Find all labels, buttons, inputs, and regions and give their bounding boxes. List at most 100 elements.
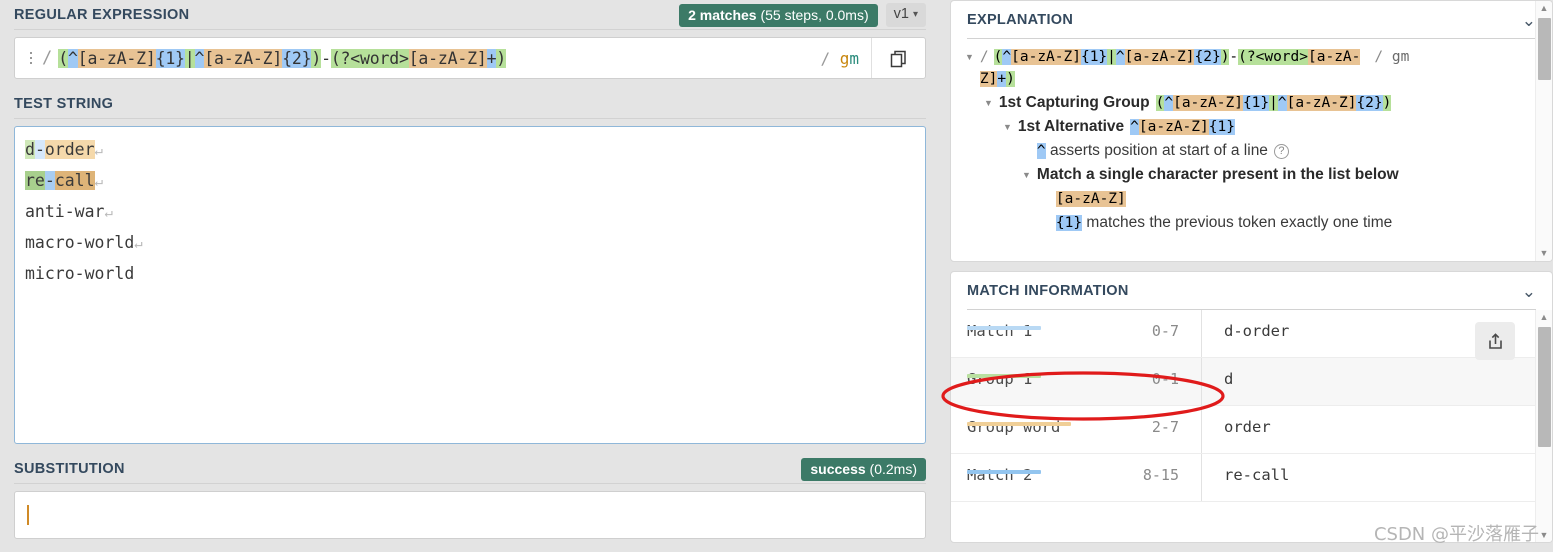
explanation-row[interactable]: ▼ 1st Capturing Group (^[a-zA-Z]{1}|^[a-zA… bbox=[951, 91, 1552, 115]
explanation-row[interactable]: ▼{1} matches the previous token exactly … bbox=[951, 211, 1552, 235]
explanation-token: [a-zA-Z] bbox=[1138, 119, 1209, 135]
regex-flags[interactable]: / gm bbox=[820, 49, 871, 68]
help-icon[interactable]: ? bbox=[1273, 144, 1289, 159]
regex-token: [a-zA- bbox=[1308, 49, 1361, 65]
test-string-segment: order bbox=[44, 140, 95, 159]
regex-token: {1} bbox=[1055, 215, 1083, 231]
scroll-thumb[interactable] bbox=[1538, 327, 1551, 447]
regex-token: ^ bbox=[67, 48, 78, 68]
drag-handle-icon[interactable] bbox=[22, 51, 40, 65]
explanation-token: [a-zA-Z] bbox=[1173, 95, 1243, 111]
explanation-token: {1} bbox=[1208, 119, 1235, 135]
match-rows: Match 1 0-7 d-order Group 1 0-1 d Group word 2-… bbox=[951, 310, 1552, 502]
divider bbox=[14, 29, 926, 30]
chevron-down-icon[interactable]: ⌄ bbox=[1522, 283, 1536, 300]
explanation-token: ) bbox=[1382, 95, 1392, 111]
test-string-segment: macro-world bbox=[25, 233, 135, 252]
match-range: 2-7 bbox=[1151, 418, 1179, 436]
explanation-row[interactable]: ▼^ asserts position at start of a line? bbox=[951, 139, 1552, 163]
match-row[interactable]: Group 1 0-1 d bbox=[951, 358, 1552, 406]
explanation-row[interactable]: ▼ Match a single character present in the… bbox=[951, 163, 1552, 187]
regex-token: ^ bbox=[1277, 95, 1287, 111]
explanation-scrollbar[interactable]: ▲ ▼ bbox=[1535, 1, 1552, 261]
match-row[interactable]: Match 2 8-15 re-call bbox=[951, 454, 1552, 502]
explanation-row-body: ^ asserts position at start of a line? bbox=[1036, 140, 1289, 162]
scroll-down-icon[interactable]: ▼ bbox=[1540, 246, 1549, 261]
scroll-track[interactable] bbox=[1536, 325, 1552, 528]
scroll-track[interactable] bbox=[1536, 16, 1552, 246]
test-string-input[interactable]: d-order↵ re-call↵ anti-war↵ macro-world↵ mic… bbox=[14, 126, 926, 444]
match-scrollbar[interactable]: ▲ ▼ bbox=[1535, 310, 1552, 542]
scroll-thumb[interactable] bbox=[1538, 18, 1551, 80]
regex-input-box[interactable]: / (^[a-zA-Z]{1}|^[a-zA-Z]{2})-(?<word>[a… bbox=[14, 37, 926, 79]
explanation-row[interactable]: ▼ 1st Alternative ^[a-zA-Z]{1} bbox=[951, 115, 1552, 139]
test-string-segment: micro-world bbox=[25, 264, 135, 283]
line-break-marker: ↵ bbox=[134, 236, 143, 252]
match-row[interactable]: Group word 2-7 order bbox=[951, 406, 1552, 454]
regex-token: [a-zA-Z] bbox=[1011, 49, 1081, 65]
regex-token: {1} bbox=[1208, 119, 1235, 135]
regex-version-dropdown[interactable]: v1 ▾ bbox=[885, 3, 926, 27]
match-steps-text: (55 steps, 0.0ms) bbox=[756, 6, 869, 23]
divider bbox=[14, 483, 926, 484]
regex-token: [a-zA-Z] bbox=[1173, 95, 1243, 111]
left-column: REGULAR EXPRESSION 2 matches (55 steps, … bbox=[0, 0, 940, 552]
regex-token: {1} bbox=[1080, 49, 1108, 65]
regex-token: - bbox=[1229, 49, 1239, 65]
regex-token: (?<word> bbox=[330, 48, 409, 68]
regex-token: ( bbox=[58, 48, 68, 68]
line-break-marker: ↵ bbox=[94, 143, 103, 159]
explanation-row-body: {1} matches the previous token exactly o… bbox=[1055, 212, 1392, 234]
match-information-panel: MATCH INFORMATION ⌄ Match 1 0-7 d-order Gro… bbox=[950, 271, 1553, 543]
regex-token: ) bbox=[1006, 71, 1015, 87]
expand-triangle-icon[interactable]: ▼ bbox=[1003, 116, 1012, 138]
export-button[interactable] bbox=[1475, 322, 1515, 360]
expand-triangle-icon[interactable]: ▼ bbox=[965, 46, 974, 68]
test-string-segment: re bbox=[25, 171, 45, 190]
regex-token: + bbox=[486, 48, 497, 68]
substitution-status-text: success bbox=[810, 460, 866, 477]
explanation-token: {2} bbox=[1356, 95, 1383, 111]
explanation-token: | bbox=[1269, 95, 1278, 111]
line-break-marker: ↵ bbox=[94, 174, 103, 190]
explanation-regex: (^[a-zA-Z]{1}|^[a-zA-Z]{2})-(?<word>[a-z… bbox=[993, 49, 1361, 65]
text-cursor bbox=[27, 505, 29, 525]
flag-multiline: m bbox=[849, 48, 859, 68]
regex-token: [a-zA-Z] bbox=[77, 48, 156, 68]
regex-token: [a-zA-Z] bbox=[1055, 191, 1126, 207]
expand-triangle-icon[interactable]: ▼ bbox=[984, 92, 993, 114]
test-string-section-header: TEST STRING bbox=[0, 89, 940, 119]
regex-open-delimiter: / bbox=[42, 48, 53, 68]
match-color-underline bbox=[967, 326, 1041, 330]
scroll-up-icon[interactable]: ▲ bbox=[1540, 310, 1549, 325]
explanation-title: EXPLANATION bbox=[967, 12, 1074, 28]
regex-input[interactable]: (^[a-zA-Z]{1}|^[a-zA-Z]{2})-(?<word>[a-z… bbox=[58, 48, 820, 68]
match-label: Match 1 bbox=[967, 310, 1097, 340]
match-information-header: MATCH INFORMATION ⌄ bbox=[951, 272, 1552, 310]
scroll-up-icon[interactable]: ▲ bbox=[1540, 1, 1549, 16]
chevron-down-icon[interactable]: ⌄ bbox=[1522, 12, 1536, 29]
export-icon bbox=[1488, 332, 1502, 349]
regex-token: ^ bbox=[1130, 119, 1139, 135]
explanation-tree: ▼ / (^[a-zA-Z]{1}|^[a-zA-Z]{2})-(?<word>[a… bbox=[951, 39, 1552, 261]
regex-token: ^ bbox=[194, 48, 205, 68]
scroll-down-icon[interactable]: ▼ bbox=[1540, 528, 1549, 542]
test-string-segment: call bbox=[54, 171, 95, 190]
copy-regex-button[interactable] bbox=[871, 38, 925, 78]
match-color-underline bbox=[967, 470, 1041, 474]
explanation-token: ^ bbox=[1130, 119, 1139, 135]
substitution-input[interactable] bbox=[14, 491, 926, 539]
explanation-row[interactable]: ▼ / (^[a-zA-Z]{1}|^[a-zA-Z]{2})-(?<word>[a… bbox=[951, 45, 1552, 91]
expand-triangle-icon[interactable]: ▼ bbox=[1022, 164, 1031, 186]
test-string-line: d-order↵ bbox=[25, 135, 915, 166]
test-string-line: macro-world↵ bbox=[25, 228, 915, 259]
test-string-section-title: TEST STRING bbox=[14, 96, 114, 112]
regex-token: ^ bbox=[1002, 49, 1012, 65]
match-row[interactable]: Match 1 0-7 d-order bbox=[951, 310, 1552, 358]
regex-close-delimiter: / bbox=[820, 48, 831, 68]
substitution-status-time: (0.2ms) bbox=[865, 460, 917, 477]
explanation-description: asserts position at start of a line bbox=[1045, 142, 1268, 159]
explanation-row[interactable]: ▼[a-zA-Z] bbox=[951, 187, 1552, 211]
match-count-badge: 2 matches (55 steps, 0.0ms) bbox=[679, 3, 878, 27]
match-information-title: MATCH INFORMATION bbox=[967, 283, 1129, 299]
